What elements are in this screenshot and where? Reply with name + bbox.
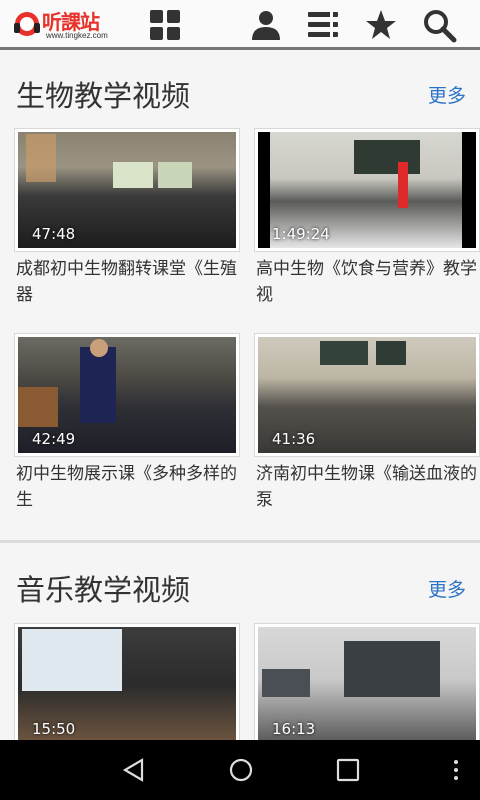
- section-biology: 生物教学视频 更多 47:48 成都初中生物翻转课堂《生殖器 1:49:24 高…: [0, 53, 480, 540]
- video-duration: 41:36: [272, 430, 316, 448]
- video-duration: 1:49:24: [272, 225, 330, 243]
- video-thumbnail[interactable]: 42:49: [14, 333, 240, 457]
- recents-icon[interactable]: [334, 756, 362, 784]
- video-duration: 15:50: [32, 720, 76, 738]
- video-thumbnail[interactable]: 1:49:24: [254, 128, 480, 252]
- system-nav-bar: [0, 740, 480, 800]
- more-link[interactable]: 更多: [428, 81, 466, 108]
- video-duration: 42:49: [32, 430, 76, 448]
- classroom-image: 41:36: [258, 337, 476, 453]
- video-caption[interactable]: 初中生物展示课《多种多样的生: [16, 461, 238, 513]
- video-thumbnail[interactable]: 15:50: [14, 623, 240, 740]
- brand-url: www.tingkez.com: [46, 31, 108, 40]
- app-header: 听課站 www.tingkez.com: [0, 0, 480, 50]
- video-caption[interactable]: 高中生物《饮食与营养》教学视: [256, 256, 478, 308]
- back-icon[interactable]: [120, 756, 148, 784]
- search-icon[interactable]: [421, 7, 457, 43]
- list-icon[interactable]: [305, 7, 341, 43]
- video-caption[interactable]: 成都初中生物翻转课堂《生殖器: [16, 256, 238, 308]
- classroom-image: 16:13: [258, 627, 476, 740]
- video-thumbnail[interactable]: 47:48: [14, 128, 240, 252]
- headphone-logo-icon: [14, 12, 40, 36]
- grid-icon[interactable]: [147, 7, 183, 43]
- video-caption[interactable]: 济南初中生物课《输送血液的泵: [256, 461, 478, 513]
- user-icon[interactable]: [248, 7, 284, 43]
- video-duration: 47:48: [32, 225, 76, 243]
- classroom-image: 1:49:24: [258, 132, 476, 248]
- classroom-image: 15:50: [18, 627, 236, 740]
- video-thumbnail[interactable]: 41:36: [254, 333, 480, 457]
- section-title: 生物教学视频: [16, 79, 191, 113]
- video-thumbnail[interactable]: 16:13: [254, 623, 480, 740]
- classroom-image: 42:49: [18, 337, 236, 453]
- logo[interactable]: 听課站 www.tingkez.com: [12, 6, 127, 44]
- classroom-image: 47:48: [18, 132, 236, 248]
- more-link[interactable]: 更多: [428, 575, 466, 602]
- home-icon[interactable]: [227, 756, 255, 784]
- star-icon[interactable]: [363, 7, 399, 43]
- section-title: 音乐教学视频: [16, 573, 191, 607]
- video-duration: 16:13: [272, 720, 316, 738]
- overflow-menu-icon[interactable]: [442, 756, 470, 784]
- section-music: 音乐教学视频 更多 15:50 16:13: [0, 543, 480, 740]
